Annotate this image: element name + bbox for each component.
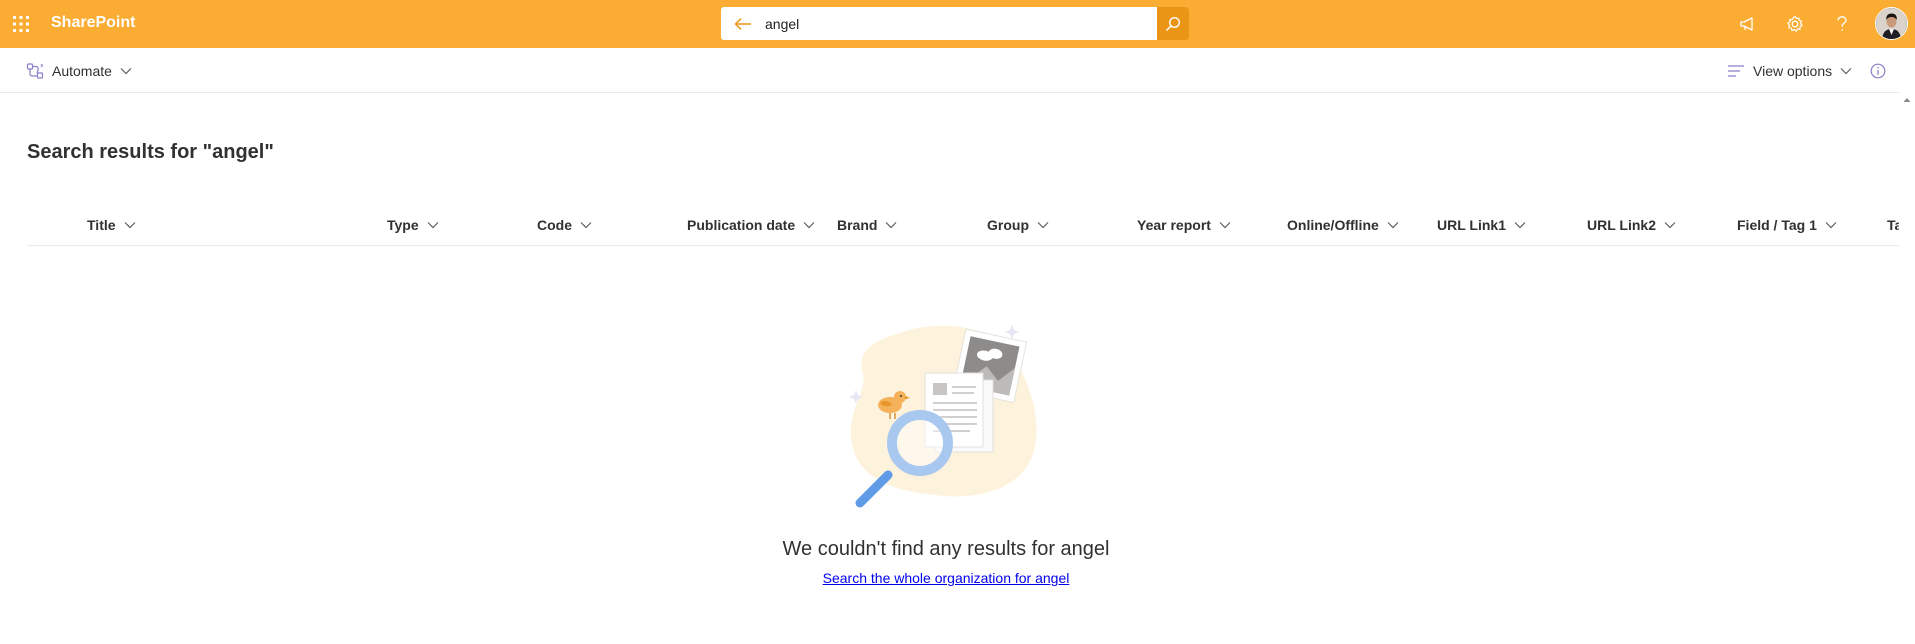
view-options-button[interactable]: View options [1727,59,1852,83]
search-organization-link-container: Search the whole organization for angel [0,570,1892,586]
chevron-down-icon [1840,68,1852,75]
megaphone-icon[interactable] [1736,12,1760,36]
suite-bar: SharePoint [0,0,1915,48]
chevron-down-icon [1664,222,1676,229]
column-header-row: Title Type Code Publication date Brand G… [27,205,1899,246]
search-box [721,7,1189,40]
column-header-title[interactable]: Title [87,213,136,237]
column-header-code[interactable]: Code [537,213,592,237]
column-header-group[interactable]: Group [987,213,1049,237]
chevron-down-icon [427,222,439,229]
gear-icon[interactable] [1783,12,1807,36]
column-header-year-report[interactable]: Year report [1137,213,1231,237]
info-icon[interactable] [1870,59,1886,83]
chevron-down-icon [580,222,592,229]
chevron-down-icon [1825,222,1837,229]
chevron-down-icon [1387,222,1399,229]
column-header-url-link2[interactable]: URL Link2 [1587,213,1676,237]
vertical-scrollbar[interactable] [1899,92,1915,644]
view-options-label: View options [1753,63,1833,79]
chevron-down-icon [1514,222,1526,229]
app-launcher-icon[interactable] [10,13,32,35]
scroll-up-arrow-icon[interactable] [1899,92,1915,108]
app-name[interactable]: SharePoint [51,14,135,32]
page-title: Search results for "angel" [27,141,274,163]
back-arrow-icon[interactable] [721,7,765,40]
column-header-brand[interactable]: Brand [837,213,897,237]
command-bar: Automate View options [0,48,1915,93]
search-icon [1165,16,1181,31]
help-icon[interactable] [1830,12,1854,36]
view-options-icon [1728,65,1744,77]
automate-button[interactable]: Automate [26,59,132,83]
chevron-down-icon [803,222,815,229]
chevron-down-icon [120,68,132,75]
column-header-url-link1[interactable]: URL Link1 [1437,213,1526,237]
empty-state-illustration [840,315,1040,515]
column-header-truncated[interactable]: Ta [1887,213,1899,237]
chevron-down-icon [886,222,897,229]
chevron-down-icon [124,222,135,229]
search-organization-link[interactable]: Search the whole organization for angel [823,570,1070,586]
chevron-down-icon [1037,222,1049,229]
automate-icon [26,63,44,79]
column-header-publication-date[interactable]: Publication date [687,213,815,237]
column-header-online-offline[interactable]: Online/Offline [1287,213,1399,237]
search-button[interactable] [1157,7,1189,40]
search-input[interactable] [765,8,1157,39]
column-header-field-tag-1[interactable]: Field / Tag 1 [1737,213,1837,237]
empty-state-message: We couldn't find any results for angel [782,538,1110,560]
user-avatar[interactable] [1875,7,1908,40]
chevron-down-icon [1219,222,1231,229]
automate-label: Automate [52,63,112,79]
column-header-type[interactable]: Type [387,213,439,237]
